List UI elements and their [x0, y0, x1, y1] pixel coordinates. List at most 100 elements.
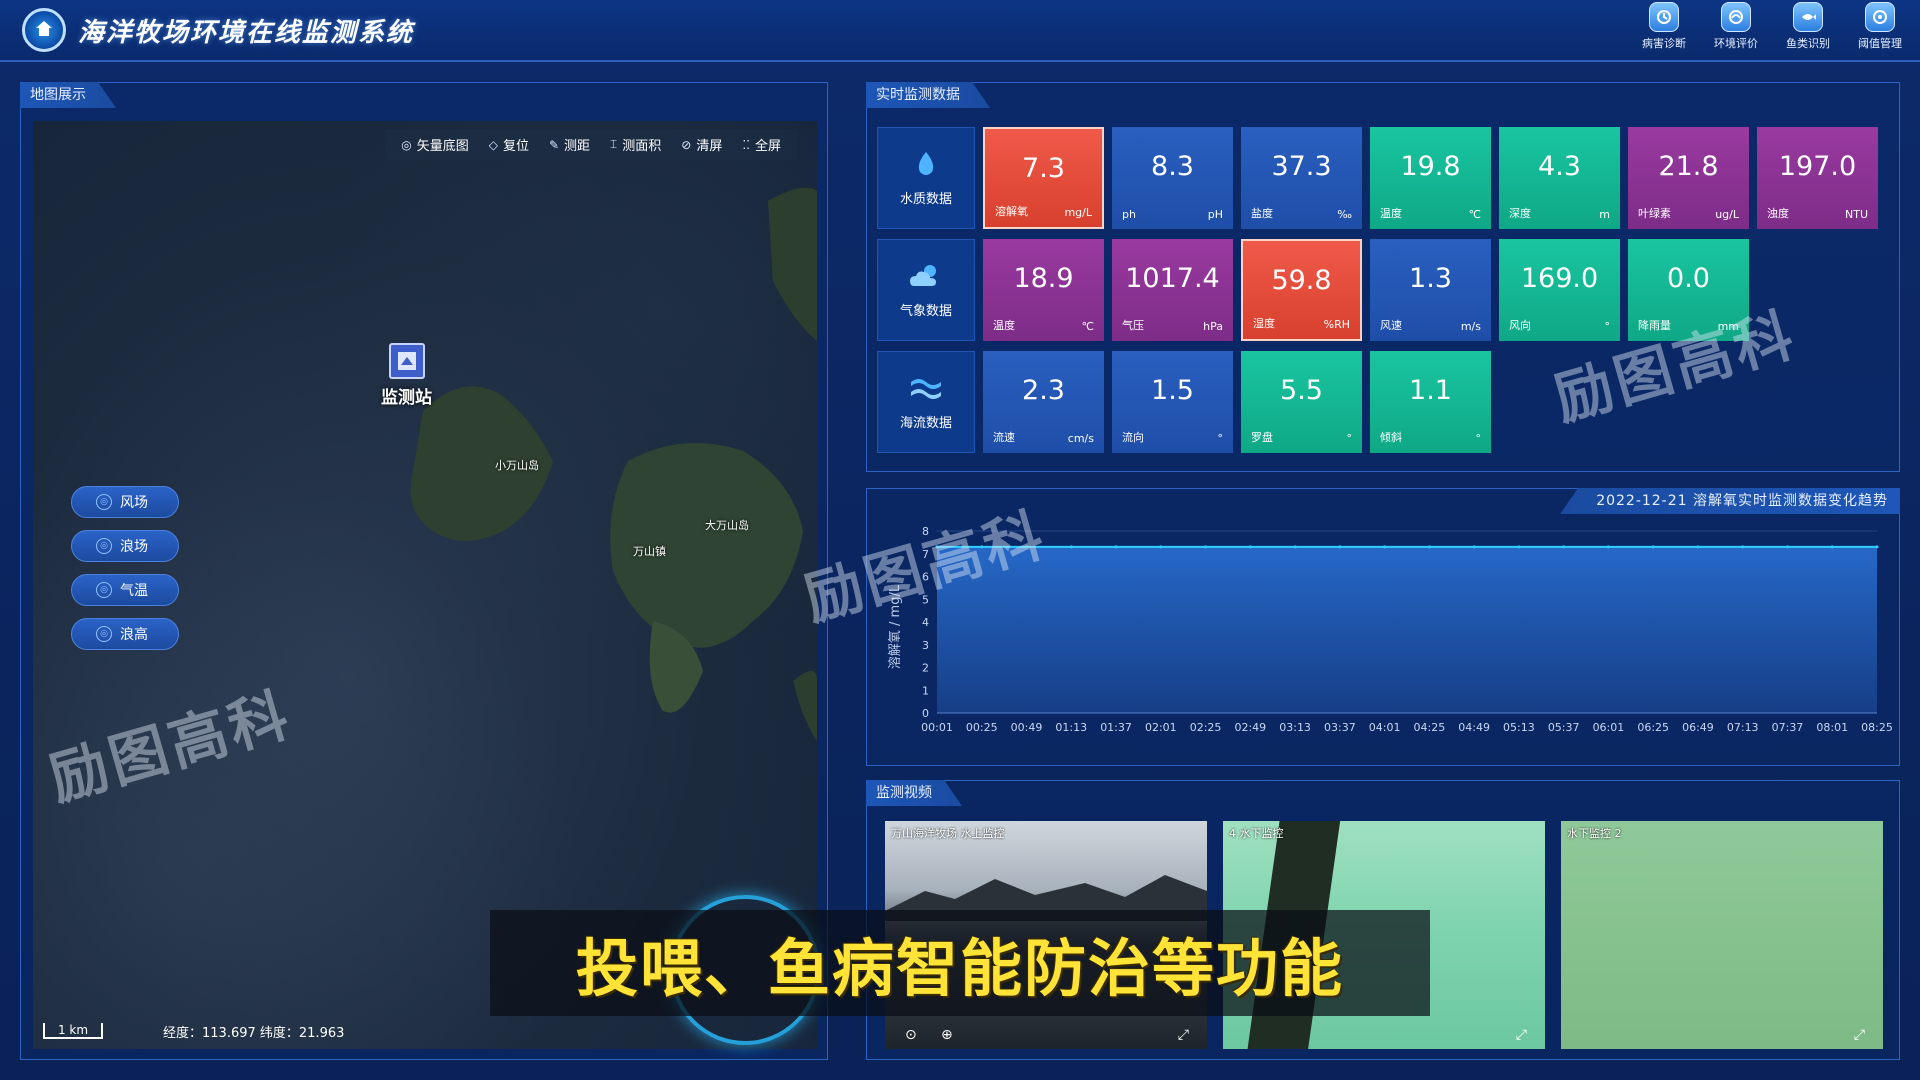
metric-card[interactable]: 5.5 罗盘 ° — [1241, 351, 1362, 453]
chart-y-tick: 1 — [922, 684, 929, 697]
chart-x-tick: 01:37 — [1100, 721, 1132, 734]
chart-y-tick: 3 — [922, 639, 929, 652]
chart-data-point — [1114, 545, 1118, 549]
station-label: 监测站 — [381, 388, 432, 408]
station-icon — [388, 343, 425, 379]
metric-unit: ° — [1217, 432, 1224, 445]
category-label: 海流数据 — [899, 415, 952, 431]
layer-label: 风场 — [120, 495, 148, 511]
chart-x-tick: 03:13 — [1279, 721, 1311, 734]
clear-screen-button[interactable]: ⊘ 清屏 — [673, 133, 730, 156]
layer-wave-height-button[interactable]: ◎ 浪高 — [71, 618, 179, 650]
chart-data-point — [1785, 545, 1789, 549]
chart-x-tick: 08:25 — [1861, 721, 1893, 734]
expand-icon[interactable]: ⤢ — [1516, 1027, 1527, 1043]
metric-card[interactable]: 21.8 叶绿素 ug/L — [1628, 127, 1749, 229]
map-panel-title: 地图展示 — [20, 82, 116, 108]
trend-chart[interactable]: 溶解氧 / mg/L 0 1 2 3 4 5 6 7 8 00:01 00:25 00:49 01:13… — [867, 517, 1901, 767]
layer-wave-field-button[interactable]: ◎ 浪场 — [71, 530, 179, 562]
chart-y-axis-label: 溶解氧 / mg/L — [888, 584, 903, 669]
top-nav: 病害诊断 环境评价 鱼类识别 阈值管理 — [1638, 2, 1906, 51]
metric-card[interactable]: 1.5 流向 ° — [1112, 351, 1233, 453]
measure-distance-button[interactable]: ✎ 测距 — [541, 133, 598, 156]
metric-value: 4.3 — [1538, 151, 1581, 182]
expand-icon[interactable]: ⤢ — [1854, 1027, 1865, 1043]
metric-card[interactable]: 59.8 湿度 %RH — [1241, 239, 1362, 341]
metric-name: 溶解氧 — [995, 205, 1028, 218]
chart-x-tick: 06:01 — [1593, 721, 1625, 734]
metric-name: 风速 — [1380, 319, 1402, 332]
chart-x-tick: 04:01 — [1369, 721, 1401, 734]
nav-label: 阈值管理 — [1858, 37, 1902, 50]
clear-icon: ⊘ — [681, 137, 692, 152]
chart-data-point — [1383, 545, 1387, 549]
metric-card[interactable]: 1017.4 气压 hPa — [1112, 239, 1233, 341]
expand-icon[interactable]: ⤢ — [1178, 1027, 1189, 1043]
monitoring-station-marker[interactable]: 监测站 — [381, 343, 432, 408]
metric-unit: hPa — [1203, 320, 1223, 333]
metric-name: 气压 — [1122, 319, 1144, 332]
chart-title: 2022-12-21 溶解氧实时监测数据变化趋势 — [1560, 488, 1900, 514]
chart-x-tick: 07:13 — [1727, 721, 1759, 734]
video-panel-title: 监测视频 — [866, 780, 962, 806]
layer-temperature-button[interactable]: ◎ 气温 — [71, 574, 179, 606]
metric-value: 7.3 — [1022, 153, 1065, 184]
wave-icon: ◎ — [96, 538, 112, 554]
metric-card[interactable]: 18.9 温度 ℃ — [983, 239, 1104, 341]
metric-card[interactable]: 7.3 溶解氧 mg/L — [983, 127, 1104, 229]
camera-caption: 4 水下监控 — [1229, 827, 1284, 840]
chart-data-point — [980, 545, 984, 549]
metric-card[interactable]: 19.8 温度 ℃ — [1370, 127, 1491, 229]
zoom-in-icon[interactable]: ⊕ — [941, 1027, 953, 1043]
metric-unit: mm — [1717, 320, 1739, 333]
nav-environment-button[interactable]: 环境评价 — [1710, 2, 1762, 51]
metric-card[interactable]: 169.0 风向 ° — [1499, 239, 1620, 341]
water-quality-category[interactable]: 水质数据 — [877, 127, 975, 229]
metric-card[interactable]: 1.1 倾斜 ° — [1370, 351, 1491, 453]
layer-wind-button[interactable]: ◎ 风场 — [71, 486, 179, 518]
vector-basemap-button[interactable]: ◎ 矢量底图 — [393, 133, 477, 156]
nav-label: 鱼类识别 — [1786, 37, 1830, 50]
metric-card[interactable]: 37.3 盐度 ‰ — [1241, 127, 1362, 229]
metric-value: 18.9 — [1013, 263, 1074, 294]
weather-category[interactable]: 气象数据 — [877, 239, 975, 341]
metric-card[interactable]: 4.3 深度 m — [1499, 127, 1620, 229]
metric-card[interactable]: 2.3 流速 cm/s — [983, 351, 1104, 453]
chart-y-tick: 7 — [922, 548, 929, 561]
measure-area-button[interactable]: ⌶ 测面积 — [602, 133, 669, 156]
chart-data-point — [1159, 545, 1163, 549]
chart-data-point — [1025, 545, 1029, 549]
metric-unit: cm/s — [1067, 432, 1094, 445]
chart-data-point — [1338, 545, 1342, 549]
fullscreen-button[interactable]: ⁚⁚ 全屏 — [734, 133, 789, 156]
chart-x-tick: 02:01 — [1145, 721, 1177, 734]
app-title: 海洋牧场环境在线监测系统 — [78, 18, 415, 48]
camera-settings-icon[interactable]: ⊙ — [905, 1027, 917, 1043]
nav-diagnosis-button[interactable]: 病害诊断 — [1638, 2, 1690, 51]
chart-x-tick: 04:25 — [1414, 721, 1446, 734]
nav-fish-button[interactable]: 鱼类识别 — [1782, 2, 1834, 51]
chart-x-tick: 00:25 — [966, 721, 998, 734]
chart-data-point — [1472, 545, 1476, 549]
metric-card[interactable]: 0.0 降雨量 mm — [1628, 239, 1749, 341]
chart-data-point — [1069, 545, 1073, 549]
ocean-current-category[interactable]: 海流数据 — [877, 351, 975, 453]
thermometer-icon: ◎ — [96, 582, 112, 598]
metric-unit: pH — [1207, 208, 1223, 221]
camera-feed-underwater-2[interactable]: 水下监控 2 ⤢ — [1561, 821, 1883, 1049]
metric-value: 59.8 — [1271, 265, 1332, 296]
metric-value: 5.5 — [1280, 375, 1323, 406]
tool-label: 全屏 — [754, 139, 781, 154]
metric-value: 0.0 — [1667, 263, 1710, 294]
metric-name: ph — [1122, 208, 1136, 221]
chart-x-tick: 03:37 — [1324, 721, 1356, 734]
metric-card[interactable]: 197.0 浊度 NTU — [1757, 127, 1878, 229]
metric-card[interactable]: 1.3 风速 m/s — [1370, 239, 1491, 341]
metric-card[interactable]: 8.3 ph pH — [1112, 127, 1233, 229]
metric-name: 流速 — [993, 431, 1015, 444]
home-logo-icon[interactable] — [22, 8, 66, 52]
nav-threshold-button[interactable]: 阈值管理 — [1854, 2, 1906, 51]
chart-x-tick: 04:49 — [1458, 721, 1490, 734]
chart-x-tick: 02:49 — [1234, 721, 1266, 734]
reset-button[interactable]: ◇ 复位 — [481, 133, 537, 156]
